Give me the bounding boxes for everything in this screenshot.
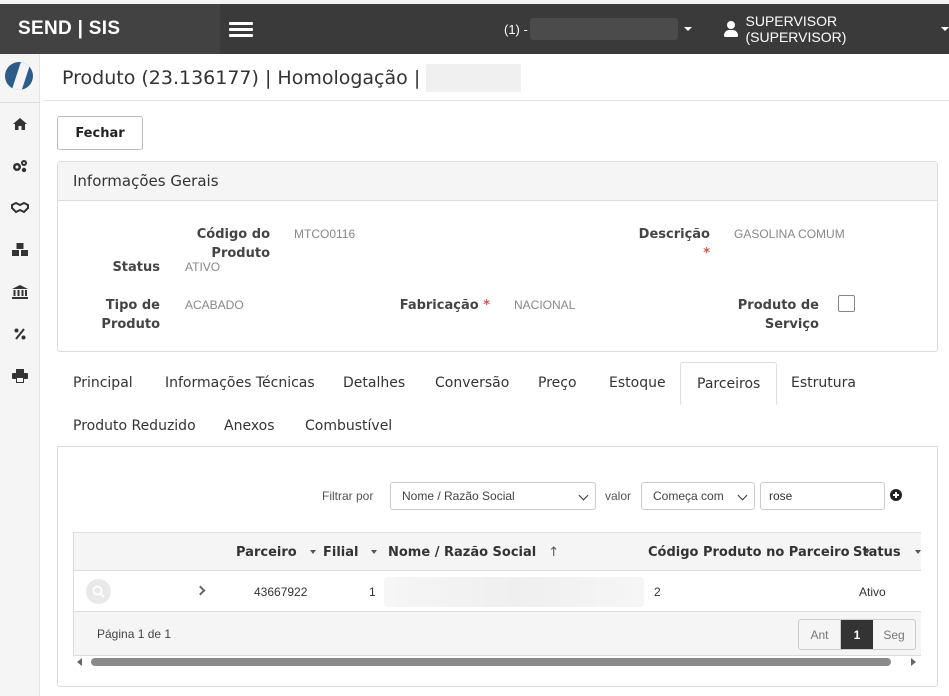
scrollbar-thumb[interactable] [91,658,891,666]
cell-status: Ativo [859,584,886,599]
scroll-right-icon[interactable] [911,658,916,666]
horizontal-scrollbar[interactable] [73,656,921,669]
next-page-button[interactable]: Seg [873,620,915,649]
company-name-redacted [529,18,678,40]
expand-row-icon[interactable] [195,585,206,596]
chevron-down-icon [941,27,949,31]
column-header-parceiro[interactable]: Parceiro [236,533,316,571]
current-page-button[interactable]: 1 [841,620,873,649]
view-record-button[interactable] [86,579,111,604]
tab-preco[interactable]: Preço [522,362,593,404]
page-title-text: Produto (23.136177) | Homologação | [62,67,421,89]
cell-parceiro: 43667922 [254,584,308,599]
partners-grid: Parceiro Filial Nome / Razão Social ↑ Có… [73,532,921,656]
column-header-status[interactable]: Status [853,533,921,571]
tab-bar: Principal Informações Técnicas Detalhes … [57,362,938,447]
grid-header: Parceiro Filial Nome / Razão Social ↑ Có… [74,533,921,571]
chevron-down-icon [737,490,748,501]
column-header-filial[interactable]: Filial [323,533,378,571]
add-filter-icon[interactable] [890,489,902,501]
sort-caret-icon [309,550,316,554]
tab-principal[interactable]: Principal [57,362,149,404]
cell-filial: 1 [369,584,376,599]
filter-field-value: Nome / Razão Social [402,489,515,503]
product-type-label: Tipo de Produto [101,298,160,332]
sidebar [0,54,40,696]
description-label: Descrição * [638,227,710,261]
product-type-value: ACABADO [185,298,244,312]
column-header-nome[interactable]: Nome / Razão Social ↑ [388,533,559,571]
service-product-checkbox[interactable] [838,295,855,312]
value-label: valor [605,489,632,503]
tab-conversao[interactable]: Conversão [419,362,525,404]
printer-icon[interactable] [0,366,40,386]
cell-nome-redacted [384,577,644,607]
table-row[interactable]: 43667922 1 2 Ativo [74,571,921,612]
cell-codigo: 2 [654,584,661,599]
percent-icon[interactable] [0,324,40,344]
sort-caret-icon [914,550,921,554]
gears-icon[interactable] [0,156,40,176]
service-product-label: Produto de Serviço [737,298,819,332]
company-selector[interactable]: (1) - [504,4,692,54]
page-info: Página 1 de 1 [97,626,172,641]
description-value: GASOLINA COMUM [734,227,845,241]
prev-page-button[interactable]: Ant [799,620,841,649]
user-menu[interactable]: SUPERVISOR (SUPERVISOR) [724,4,949,54]
company-label: (1) - [504,21,528,37]
sidebar-divider [0,102,40,103]
product-name-redacted [426,64,522,92]
scroll-left-icon[interactable] [77,658,82,666]
filter-value-input[interactable] [760,482,885,510]
tab-estrutura[interactable]: Estrutura [775,362,872,404]
sort-ascending-icon: ↑ [548,544,560,560]
tab-parceiros[interactable]: Parceiros [680,362,778,405]
page-title: Produto (23.136177) | Homologação | [62,62,522,94]
tab-estoque[interactable]: Estoque [593,362,682,404]
filter-operator-value: Começa com [653,489,724,503]
top-bar: SEND | SIS (1) - SUPERVISOR (SUPERVISOR) [0,0,949,54]
pagination: Ant 1 Seg [798,619,916,650]
search-icon [92,585,105,598]
status-label: Status [112,260,160,275]
home-icon[interactable] [0,114,40,134]
user-name: SUPERVISOR (SUPERVISOR) [745,13,847,45]
grid-footer: Página 1 de 1 Ant 1 Seg [74,612,921,655]
column-header-codigo[interactable]: Código Produto no Parceiro [648,533,870,571]
app-logo-icon[interactable] [5,62,33,90]
panel-title: Informações Gerais [58,162,937,201]
tab-produto-reduzido[interactable]: Produto Reduzido [57,405,212,447]
product-code-value: MTCO0116 [294,227,356,241]
handshake-icon[interactable] [0,198,40,218]
user-icon [724,21,738,37]
tab-informacoes-tecnicas[interactable]: Informações Técnicas [149,362,331,404]
manufacturing-value: NACIONAL [514,298,576,312]
general-info-panel: Informações Gerais Código do Produto MTC… [57,161,938,352]
chevron-down-icon [578,490,589,501]
filter-field-select[interactable]: Nome / Razão Social [390,482,596,510]
filter-operator-select[interactable]: Começa com [641,482,755,510]
brand-logo[interactable]: SEND | SIS [0,4,220,54]
chevron-down-icon [683,27,692,31]
manufacturing-label: Fabricação * [399,298,490,313]
status-value: ATIVO [185,260,221,274]
sort-caret-icon [371,550,378,554]
header-divider [44,100,949,101]
menu-toggle-icon[interactable] [229,22,253,38]
tab-combustivel[interactable]: Combustível [289,405,408,447]
bank-icon[interactable] [0,282,40,302]
cubes-icon[interactable] [0,240,40,260]
close-button[interactable]: Fechar [57,116,143,150]
filter-by-label: Filtrar por [322,489,374,503]
tab-anexos[interactable]: Anexos [208,405,291,447]
tab-detalhes[interactable]: Detalhes [327,362,421,404]
